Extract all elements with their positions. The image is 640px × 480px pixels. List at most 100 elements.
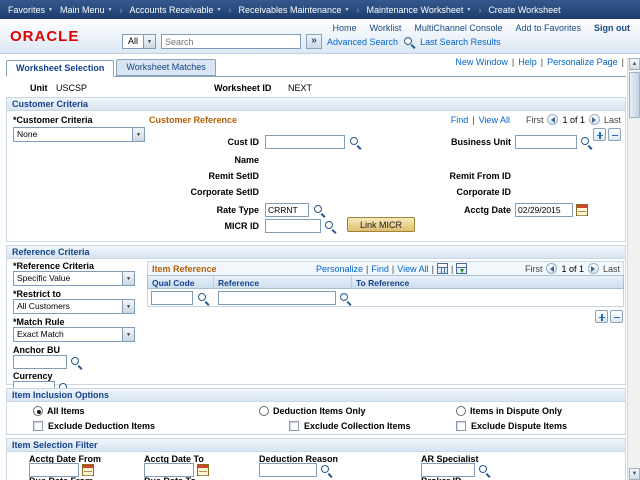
find-link[interactable]: Find (451, 115, 469, 125)
chevron-down-icon: ▼ (466, 6, 472, 13)
lookup-icon[interactable] (349, 136, 361, 148)
customer-criteria-select[interactable]: None ▼ (13, 127, 145, 142)
page-keys: Unit USCSP Worksheet ID NEXT (6, 83, 626, 95)
dropdown-arrow-icon[interactable]: ▼ (122, 328, 134, 341)
add-row-button[interactable] (593, 128, 606, 141)
radio-deduction-items-only[interactable] (259, 406, 269, 416)
radio-items-in-dispute-only[interactable] (456, 406, 466, 416)
match-rule-select[interactable]: Exact Match ▼ (13, 327, 135, 342)
scrollbar-thumb[interactable] (629, 72, 640, 118)
find-link[interactable]: Find (371, 264, 389, 274)
acctg-date-input[interactable] (515, 203, 573, 217)
anchor-bu-input[interactable] (13, 355, 67, 369)
lookup-icon[interactable] (313, 204, 325, 216)
breadcrumb-item-maintenance-worksheet[interactable]: Maintenance Worksheet ▼ (366, 5, 471, 15)
multichannel-console-link[interactable]: MultiChannel Console (414, 23, 502, 33)
item-reference-grid-header: Item Reference Personalize | Find | View… (147, 261, 624, 276)
lookup-icon[interactable] (320, 464, 332, 476)
pager-first-label[interactable]: First (526, 115, 544, 125)
lookup-icon[interactable] (580, 136, 592, 148)
home-link[interactable]: Home (333, 23, 357, 33)
qual-code-input[interactable] (151, 291, 193, 305)
dropdown-arrow-icon[interactable]: ▼ (122, 300, 134, 313)
pager-last-label[interactable]: Last (603, 264, 620, 274)
pager-page-indicator: 1 of 1 (562, 114, 585, 125)
column-header-reference: Reference (214, 276, 352, 288)
search-go-button[interactable]: » (306, 34, 323, 49)
tab-worksheet-selection[interactable]: Worksheet Selection (6, 60, 115, 77)
search-scope-select[interactable]: All ▼ (122, 34, 157, 49)
cust-id-input[interactable] (265, 135, 345, 149)
dropdown-arrow-icon[interactable]: ▼ (132, 128, 144, 141)
delete-row-button[interactable] (608, 128, 621, 141)
broker-id-label: Broker ID (421, 476, 462, 480)
search-input[interactable] (161, 34, 302, 49)
view-all-link[interactable]: View All (479, 115, 510, 125)
breadcrumb-item-receivables-maintenance[interactable]: Receivables Maintenance ▼ (238, 5, 349, 15)
acctg-date-to-input[interactable] (144, 463, 194, 477)
radio-all-items[interactable] (33, 406, 43, 416)
calendar-icon[interactable] (82, 464, 94, 476)
lookup-icon[interactable] (339, 292, 351, 304)
business-unit-input[interactable] (515, 135, 577, 149)
reference-input[interactable] (218, 291, 336, 305)
business-unit-label: Business Unit (450, 137, 511, 147)
dropdown-arrow-icon[interactable]: ▼ (122, 272, 134, 285)
reference-criteria-select[interactable]: Specific Value ▼ (13, 271, 135, 286)
checkbox-exclude-collection-items[interactable] (289, 421, 299, 431)
worksheet-id-value: NEXT (288, 83, 313, 93)
ar-specialist-input[interactable] (421, 463, 475, 477)
scroll-down-icon[interactable]: ▼ (629, 468, 640, 480)
match-rule-selected-value: Exact Match (17, 329, 64, 339)
vertical-scrollbar[interactable]: ▲ ▼ (627, 58, 640, 480)
lookup-icon[interactable] (70, 356, 82, 368)
next-page-icon[interactable] (587, 263, 599, 274)
advanced-search-link[interactable]: Advanced Search (327, 37, 398, 47)
search-bar: All ▼ » Advanced Search Last Search Resu… (122, 34, 501, 49)
customer-criteria-title: Customer Criteria (7, 98, 625, 111)
deduction-reason-input[interactable] (259, 463, 317, 477)
previous-page-icon[interactable] (547, 114, 559, 125)
restrict-to-selected-value: All Customers (17, 301, 70, 311)
chevron-down-icon: ▼ (107, 6, 113, 13)
reference-criteria-section: Reference Criteria *Reference Criteria S… (6, 245, 626, 395)
dropdown-arrow-icon[interactable]: ▼ (143, 35, 156, 48)
scroll-up-icon[interactable]: ▲ (629, 58, 640, 70)
restrict-to-select[interactable]: All Customers ▼ (13, 299, 135, 314)
peoplesoft-create-worksheet-screen: Favorites ▼ Main Menu ▼ › Accounts Receiva… (0, 0, 640, 480)
add-to-favorites-link[interactable]: Add to Favorites (515, 23, 581, 33)
last-search-results-link[interactable]: Last Search Results (420, 37, 501, 47)
restrict-to-label: *Restrict to (13, 289, 62, 299)
pager-last-label[interactable]: Last (604, 115, 621, 125)
breadcrumb-item-main-menu[interactable]: Main Menu ▼ (60, 5, 112, 15)
checkbox-exclude-deduction-items[interactable] (33, 421, 43, 431)
breadcrumb-item-accounts-receivable[interactable]: Accounts Receivable ▼ (129, 5, 221, 15)
acctg-date-from-input[interactable] (29, 463, 79, 477)
download-icon[interactable] (456, 263, 468, 274)
tab-worksheet-matches[interactable]: Worksheet Matches (116, 59, 216, 76)
add-row-button[interactable] (595, 310, 608, 323)
delete-row-button[interactable] (610, 310, 623, 323)
previous-page-icon[interactable] (546, 263, 558, 274)
calendar-icon[interactable] (576, 204, 588, 216)
breadcrumb-item-favorites[interactable]: Favorites ▼ (8, 5, 53, 15)
next-page-icon[interactable] (588, 114, 600, 125)
lookup-icon[interactable] (324, 220, 336, 232)
sign-out-link[interactable]: Sign out (594, 23, 630, 33)
breadcrumb-item-create-worksheet[interactable]: Create Worksheet (488, 5, 560, 15)
lookup-icon[interactable] (197, 292, 209, 304)
micr-id-input[interactable] (265, 219, 321, 233)
calendar-icon[interactable] (197, 464, 209, 476)
rate-type-input[interactable] (265, 203, 309, 217)
zoom-grid-icon[interactable] (436, 263, 448, 274)
checkbox-exclude-dispute-items[interactable] (456, 421, 466, 431)
lookup-icon[interactable] (478, 464, 490, 476)
view-all-link[interactable]: View All (397, 264, 428, 274)
worklist-link[interactable]: Worklist (370, 23, 402, 33)
oracle-logo: ORACLE (10, 28, 80, 45)
separator: | (472, 114, 475, 125)
exclude-collection-items-label: Exclude Collection Items (304, 421, 411, 431)
link-micr-button[interactable]: Link MICR (347, 217, 416, 232)
pager-first-label[interactable]: First (525, 264, 543, 274)
personalize-link[interactable]: Personalize (316, 264, 363, 274)
